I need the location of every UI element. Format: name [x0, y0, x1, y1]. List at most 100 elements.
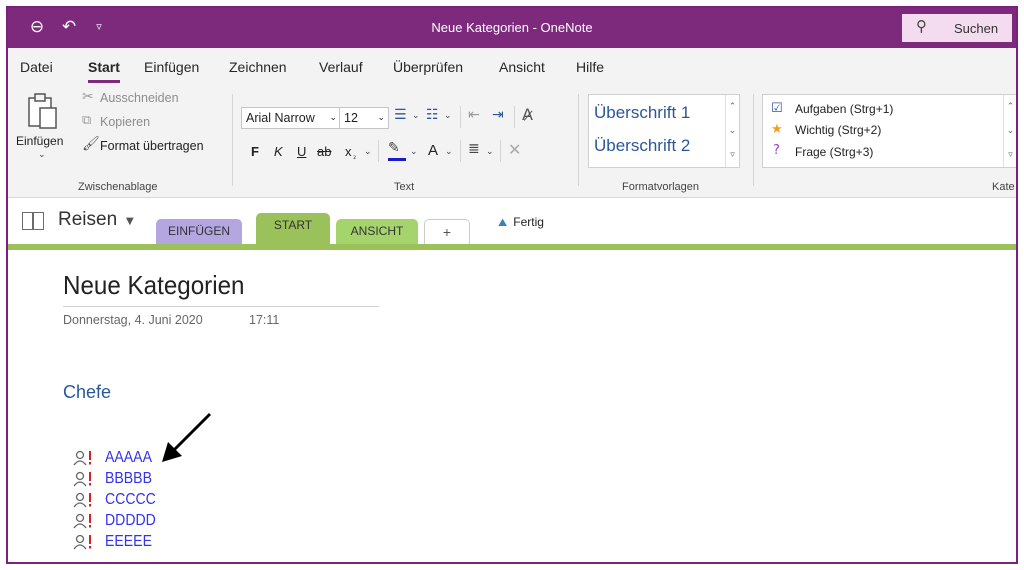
- menu-zeichnen[interactable]: Zeichnen: [229, 59, 287, 75]
- search-label: Suchen: [954, 21, 999, 36]
- add-section-label: +: [442, 224, 452, 240]
- person-exclaim-icon: [73, 471, 91, 487]
- font-size-combo[interactable]: 12 ⌄: [339, 107, 389, 129]
- menu-ansicht[interactable]: Ansicht: [499, 59, 545, 75]
- chevron-down-icon[interactable]: ⌄: [364, 147, 372, 157]
- list-item-text: EEEEE: [105, 533, 152, 550]
- bold-button[interactable]: F: [251, 144, 259, 159]
- style-heading1[interactable]: Überschrift 1: [594, 103, 690, 123]
- list-item-text: DDDDD: [105, 512, 156, 529]
- menu-ueberpruefen[interactable]: Überprüfen: [393, 59, 463, 75]
- ribbon: Einfügen ⌄ ✂ Ausschneiden ⧉ Kopieren 🖌 F…: [8, 84, 1016, 198]
- font-color-button[interactable]: A: [428, 142, 438, 159]
- chevron-down-icon[interactable]: ▼: [126, 216, 134, 227]
- chevron-down-icon[interactable]: ⌄: [486, 147, 494, 157]
- scroll-up-icon[interactable]: ⌃: [726, 95, 739, 119]
- ribbon-separator: [460, 140, 461, 162]
- menu-einfuegen[interactable]: Einfügen: [144, 59, 199, 75]
- notebook-name[interactable]: Reisen: [58, 209, 117, 231]
- page-date: Donnerstag, 4. Juni 2020: [63, 313, 203, 327]
- title-underline: [63, 306, 379, 307]
- subscript-button[interactable]: x: [345, 144, 352, 159]
- section-tab-einfuegen[interactable]: EINFÜGEN: [156, 219, 242, 245]
- menu-bar: Datei Start Einfügen Zeichnen Verlauf Üb…: [8, 48, 1016, 84]
- style-heading2[interactable]: Überschrift 2: [594, 136, 690, 156]
- paste-button[interactable]: Einfügen ⌄: [16, 90, 72, 168]
- gallery-more-icon[interactable]: ▿: [1004, 143, 1016, 167]
- page-title[interactable]: Neue Kategorien: [63, 270, 244, 301]
- font-name-combo[interactable]: Arial Narrow ⌄: [241, 107, 341, 129]
- chevron-down-icon: ⌄: [329, 113, 337, 123]
- search-box[interactable]: ⚲ Suchen: [902, 14, 1012, 42]
- done-icon: ⛰: [498, 216, 508, 229]
- align-icon[interactable]: ≣: [468, 141, 480, 157]
- increase-indent-icon[interactable]: ⇥: [492, 107, 504, 123]
- section-tab-start[interactable]: START: [256, 213, 330, 245]
- styles-scroller[interactable]: ⌃ ⌄ ▿: [725, 95, 739, 167]
- ribbon-separator: [753, 94, 754, 186]
- section-tab-label: ANSICHT: [350, 224, 404, 238]
- paste-dropdown-icon: ⌄: [38, 150, 46, 160]
- cut-button[interactable]: Ausschneiden: [100, 91, 179, 105]
- chevron-down-icon[interactable]: ⌄: [444, 111, 452, 121]
- menu-hilfe[interactable]: Hilfe: [576, 59, 604, 75]
- italic-button[interactable]: K: [274, 144, 283, 159]
- tag-todo[interactable]: Aufgaben (Strg+1): [795, 102, 893, 116]
- section-tab-label: EINFÜGEN: [167, 224, 230, 238]
- strikethrough-button[interactable]: ab: [317, 144, 331, 159]
- copy-button[interactable]: Kopieren: [100, 115, 150, 129]
- scroll-down-icon[interactable]: ⌄: [726, 119, 739, 143]
- clipboard-group-label: Zwischenablage: [78, 181, 158, 193]
- section-tab-ansicht[interactable]: ANSICHT: [336, 219, 418, 245]
- search-icon: ⚲: [916, 17, 927, 35]
- tags-scroller[interactable]: ⌃ ⌄ ▿: [1003, 95, 1016, 167]
- paste-label: Einfügen: [16, 134, 64, 148]
- menu-start[interactable]: Start: [88, 59, 120, 75]
- title-bar: ⊖ ↶ ▿ Neue Kategorien - OneNote ⚲ Suchen: [8, 8, 1016, 48]
- done-button[interactable]: ⛰ Fertig: [498, 215, 544, 230]
- highlighter-icon[interactable]: ✎: [388, 140, 400, 156]
- close-icon[interactable]: ✕: [508, 140, 521, 159]
- underline-button[interactable]: U: [297, 144, 306, 159]
- gallery-more-icon[interactable]: ▿: [726, 143, 739, 167]
- styles-gallery: Überschrift 1 Überschrift 2 ⌃ ⌄ ▿: [588, 94, 740, 168]
- outline-heading[interactable]: Chefe: [63, 382, 111, 403]
- clipboard-icon: [28, 93, 57, 129]
- scroll-down-icon[interactable]: ⌄: [1004, 119, 1016, 143]
- ribbon-separator: [514, 106, 515, 128]
- ribbon-separator: [460, 106, 461, 128]
- add-section-button[interactable]: +: [424, 219, 470, 245]
- notebook-icon[interactable]: [22, 212, 44, 230]
- page-time: 17:11: [249, 313, 280, 327]
- list-item-text: CCCCC: [105, 491, 156, 508]
- format-painter-button[interactable]: Format übertragen: [100, 139, 204, 153]
- numbered-list-icon[interactable]: ☷: [426, 107, 439, 123]
- person-exclaim-icon: [73, 492, 91, 508]
- decrease-indent-icon[interactable]: ⇤: [468, 107, 480, 123]
- chevron-down-icon[interactable]: ⌄: [445, 147, 453, 157]
- font-name-value: Arial Narrow: [246, 111, 315, 125]
- subscript-marker-icon: ₂: [353, 152, 357, 161]
- chevron-down-icon[interactable]: ⌄: [412, 111, 420, 121]
- person-exclaim-icon: [73, 513, 91, 529]
- tag-important[interactable]: Wichtig (Strg+2): [795, 123, 881, 137]
- bullet-list-icon[interactable]: ☰: [394, 107, 407, 123]
- copy-icon: ⧉: [82, 113, 92, 128]
- styles-group-label: Formatvorlagen: [622, 181, 700, 193]
- chevron-down-icon[interactable]: ⌄: [410, 147, 418, 157]
- tags-gallery: ☑ Aufgaben (Strg+1) ★ Wichtig (Strg+2) ?…: [762, 94, 1016, 168]
- section-tab-label: START: [273, 218, 313, 232]
- scroll-up-icon[interactable]: ⌃: [1004, 95, 1016, 119]
- ribbon-separator: [500, 140, 501, 162]
- clear-format-icon[interactable]: A̷: [522, 105, 533, 124]
- menu-datei[interactable]: Datei: [20, 59, 53, 75]
- menu-verlauf[interactable]: Verlauf: [319, 59, 363, 75]
- ribbon-separator: [232, 94, 233, 186]
- ribbon-separator: [578, 94, 579, 186]
- tag-question[interactable]: Frage (Strg+3): [795, 145, 873, 159]
- font-size-value: 12: [344, 111, 358, 125]
- done-label: Fertig: [513, 215, 544, 229]
- text-group-label: Text: [394, 181, 415, 193]
- chevron-down-icon: ⌄: [377, 113, 385, 123]
- section-color-line: [8, 244, 1016, 250]
